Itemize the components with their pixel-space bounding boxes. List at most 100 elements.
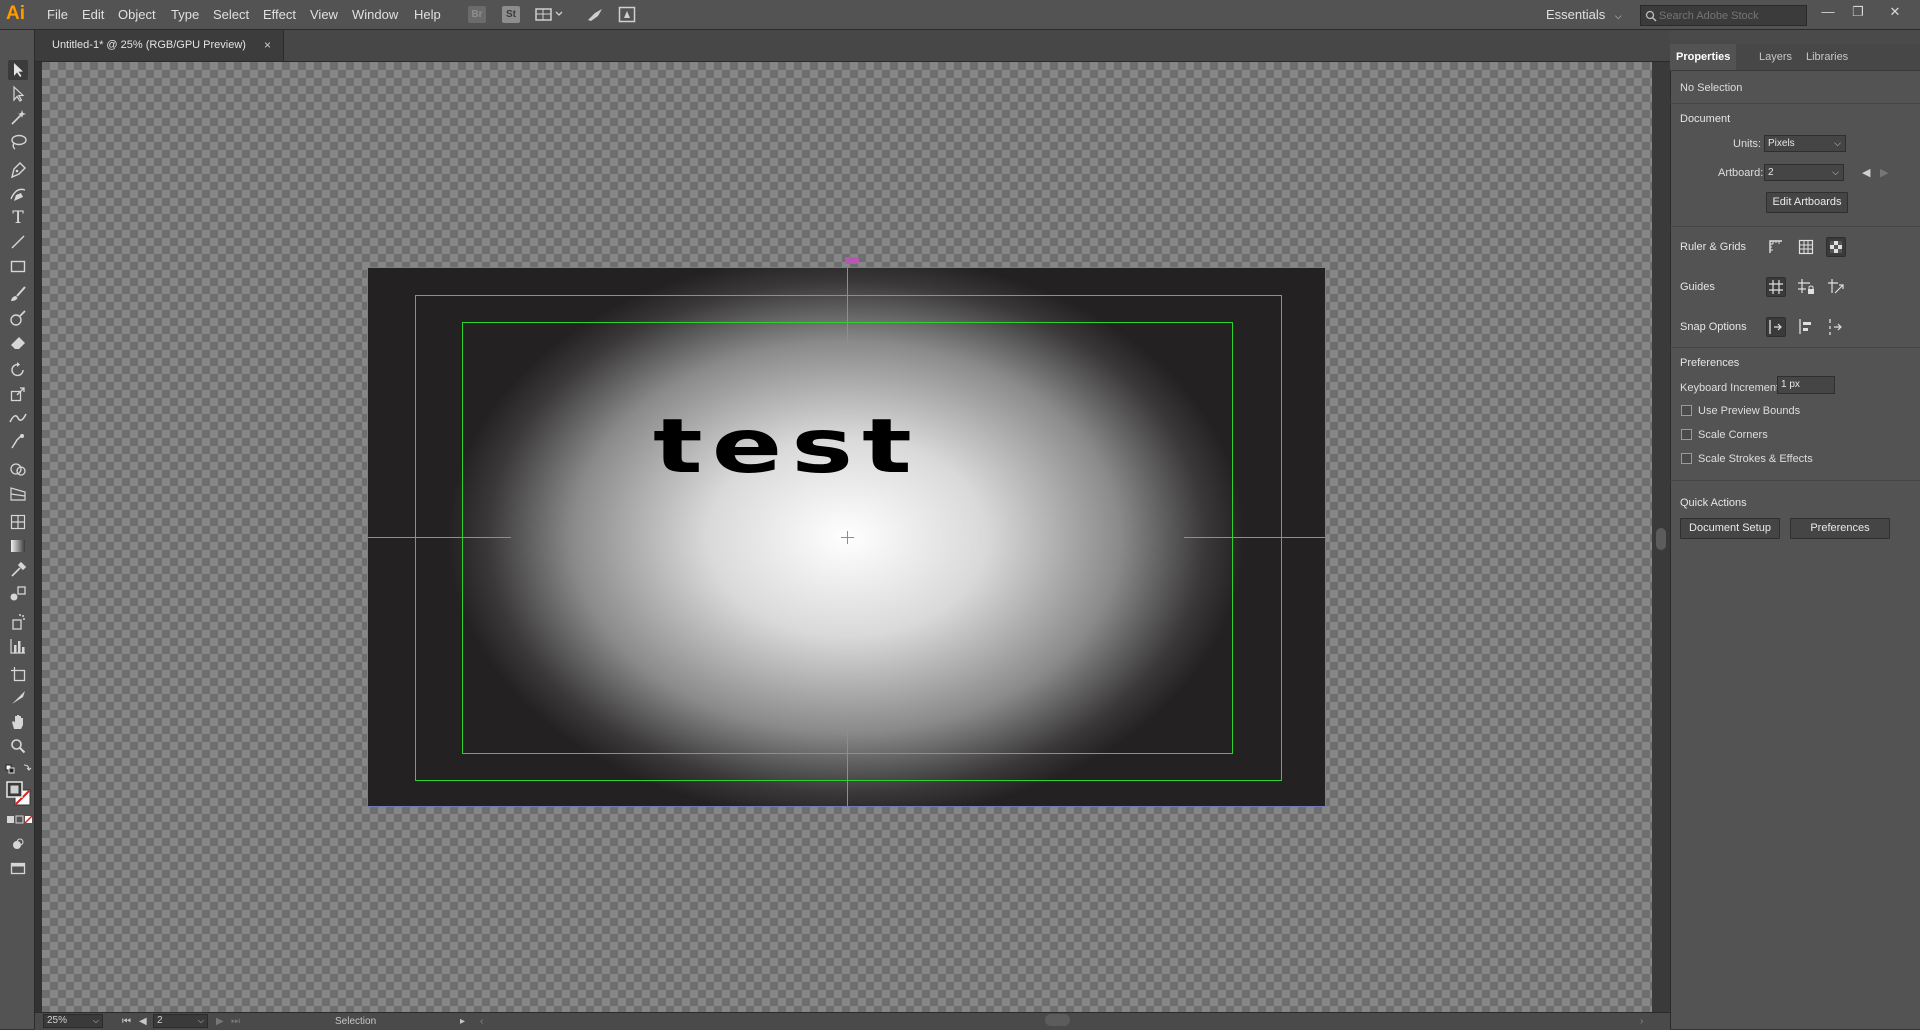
menu-window[interactable]: Window (352, 0, 398, 29)
status-menu-arrow-icon[interactable]: ▸ (460, 1013, 465, 1030)
symbol-sprayer-tool-icon[interactable] (8, 612, 28, 632)
paintbrush-tool-icon[interactable] (8, 284, 28, 304)
color-mode-icon[interactable] (5, 814, 33, 826)
vertical-scroll-thumb[interactable] (1656, 528, 1666, 550)
scroll-right-icon[interactable]: › (1640, 1013, 1643, 1030)
artboard-name-handle[interactable] (845, 257, 859, 264)
selection-tool-icon[interactable] (8, 60, 28, 80)
pen-tool-icon[interactable] (8, 160, 28, 180)
transparency-grid-toggle-icon[interactable] (1826, 237, 1846, 257)
eyedropper-tool-icon[interactable] (8, 560, 28, 580)
zoom-tool-icon[interactable] (8, 736, 28, 756)
shape-builder-tool-icon[interactable] (8, 460, 28, 480)
blend-tool-icon[interactable] (8, 584, 28, 604)
menu-file[interactable]: File (47, 0, 68, 29)
bridge-icon[interactable]: Br (468, 6, 486, 23)
artboard[interactable]: test (367, 267, 1326, 807)
stock-search[interactable] (1640, 5, 1807, 26)
use-preview-bounds-checkbox[interactable] (1681, 405, 1692, 416)
panel-tabs: Properties Layers Libraries (1670, 44, 1920, 71)
panel-header-strip (1670, 30, 1920, 44)
screen-mode-icon[interactable] (8, 858, 28, 878)
menu-help[interactable]: Help (414, 0, 441, 29)
snap-to-point-icon[interactable] (1826, 317, 1846, 337)
center-mark-left (368, 537, 511, 538)
hand-tool-icon[interactable] (8, 712, 28, 732)
artboard-select[interactable]: 2 ⌵ (1764, 164, 1844, 181)
menu-view[interactable]: View (310, 0, 338, 29)
smart-guides-icon[interactable] (1826, 277, 1846, 297)
type-tool-icon[interactable]: T (8, 208, 28, 228)
restore-button[interactable]: ❐ (1848, 2, 1868, 22)
default-colors-swap-icon[interactable] (5, 762, 33, 776)
artboard-navigator[interactable]: 2 ⌵ (153, 1014, 208, 1028)
previous-artboard-icon[interactable]: ◀ (139, 1013, 147, 1030)
units-select[interactable]: Pixels ⌵ (1764, 135, 1846, 152)
close-window-button[interactable]: ✕ (1885, 2, 1905, 22)
shaper-tool-icon[interactable] (8, 308, 28, 328)
preferences-heading: Preferences (1680, 357, 1740, 369)
width-tool-icon[interactable] (8, 408, 28, 428)
zoom-field[interactable]: 25% ⌵ (43, 1014, 103, 1028)
menu-effect[interactable]: Effect (263, 0, 296, 29)
tab-properties[interactable]: Properties (1670, 44, 1737, 70)
first-artboard-icon[interactable]: ⏮ (122, 1013, 131, 1030)
arrange-documents-icon[interactable] (535, 6, 565, 23)
close-tab-icon[interactable]: × (264, 30, 271, 61)
keyboard-increment-field[interactable]: 1 px (1777, 376, 1835, 394)
tab-libraries[interactable]: Libraries (1806, 44, 1848, 70)
last-artboard-icon[interactable]: ⏭ (231, 1013, 240, 1030)
gpu-performance-icon[interactable] (586, 6, 604, 23)
direct-selection-tool-icon[interactable] (8, 84, 28, 104)
horizontal-scroll-thumb[interactable] (1045, 1014, 1070, 1026)
center-mark-top (847, 268, 848, 348)
edit-artboards-button[interactable]: Edit Artboards (1766, 192, 1848, 213)
magic-wand-tool-icon[interactable] (8, 108, 28, 128)
slice-tool-icon[interactable] (8, 688, 28, 708)
gradient-tool-icon[interactable] (8, 536, 28, 556)
puppet-warp-tool-icon[interactable] (8, 432, 28, 452)
lasso-tool-icon[interactable] (8, 132, 28, 152)
curvature-tool-icon[interactable] (8, 184, 28, 204)
menu-edit[interactable]: Edit (82, 0, 104, 29)
document-tab[interactable]: Untitled-1* @ 25% (RGB/GPU Preview) × (35, 30, 284, 61)
line-tool-icon[interactable] (8, 232, 28, 252)
workspace-switcher[interactable]: Essentials ⌵ (1546, 0, 1622, 29)
stock-icon[interactable]: St (502, 6, 520, 23)
fill-stroke-swatch-icon[interactable] (5, 780, 33, 808)
menu-select[interactable]: Select (213, 0, 249, 29)
next-artboard-icon[interactable]: ▶ (216, 1013, 224, 1030)
eraser-tool-icon[interactable] (8, 332, 28, 352)
column-graph-tool-icon[interactable] (8, 636, 28, 656)
scale-tool-icon[interactable] (8, 384, 28, 404)
snap-to-pixel-icon[interactable] (1796, 317, 1816, 337)
drawing-modes-icon[interactable] (8, 834, 28, 854)
document-setup-button[interactable]: Document Setup (1680, 518, 1780, 539)
menu-object[interactable]: Object (118, 0, 156, 29)
perspective-grid-tool-icon[interactable] (8, 484, 28, 504)
units-label: Units: (1733, 138, 1762, 150)
scroll-left-icon[interactable]: ‹ (480, 1013, 483, 1030)
rectangle-tool-icon[interactable] (8, 256, 28, 276)
selection-status: No Selection (1680, 82, 1743, 94)
tab-layers[interactable]: Layers (1759, 44, 1792, 70)
workspace-icon[interactable] (618, 6, 636, 23)
show-guides-icon[interactable] (1766, 277, 1786, 297)
snap-to-grid-icon[interactable] (1766, 317, 1786, 337)
scale-corners-checkbox[interactable] (1681, 429, 1692, 440)
previous-artboard-arrow-icon[interactable]: ◀ (1862, 166, 1870, 179)
mesh-tool-icon[interactable] (8, 512, 28, 532)
next-artboard-arrow-icon[interactable]: ▶ (1880, 166, 1888, 179)
lock-guides-icon[interactable] (1796, 277, 1816, 297)
minimize-button[interactable]: — (1818, 2, 1838, 22)
menu-type[interactable]: Type (171, 0, 199, 29)
rulers-toggle-icon[interactable] (1766, 237, 1786, 257)
artboard-tool-icon[interactable] (8, 664, 28, 684)
center-crosshair-h (841, 537, 854, 538)
grid-toggle-icon[interactable] (1796, 237, 1816, 257)
rotate-tool-icon[interactable] (8, 360, 28, 380)
scale-strokes-effects-checkbox[interactable] (1681, 453, 1692, 464)
scale-corners-label: Scale Corners (1698, 429, 1768, 441)
search-input[interactable] (1659, 6, 1799, 25)
preferences-button[interactable]: Preferences (1790, 518, 1890, 539)
